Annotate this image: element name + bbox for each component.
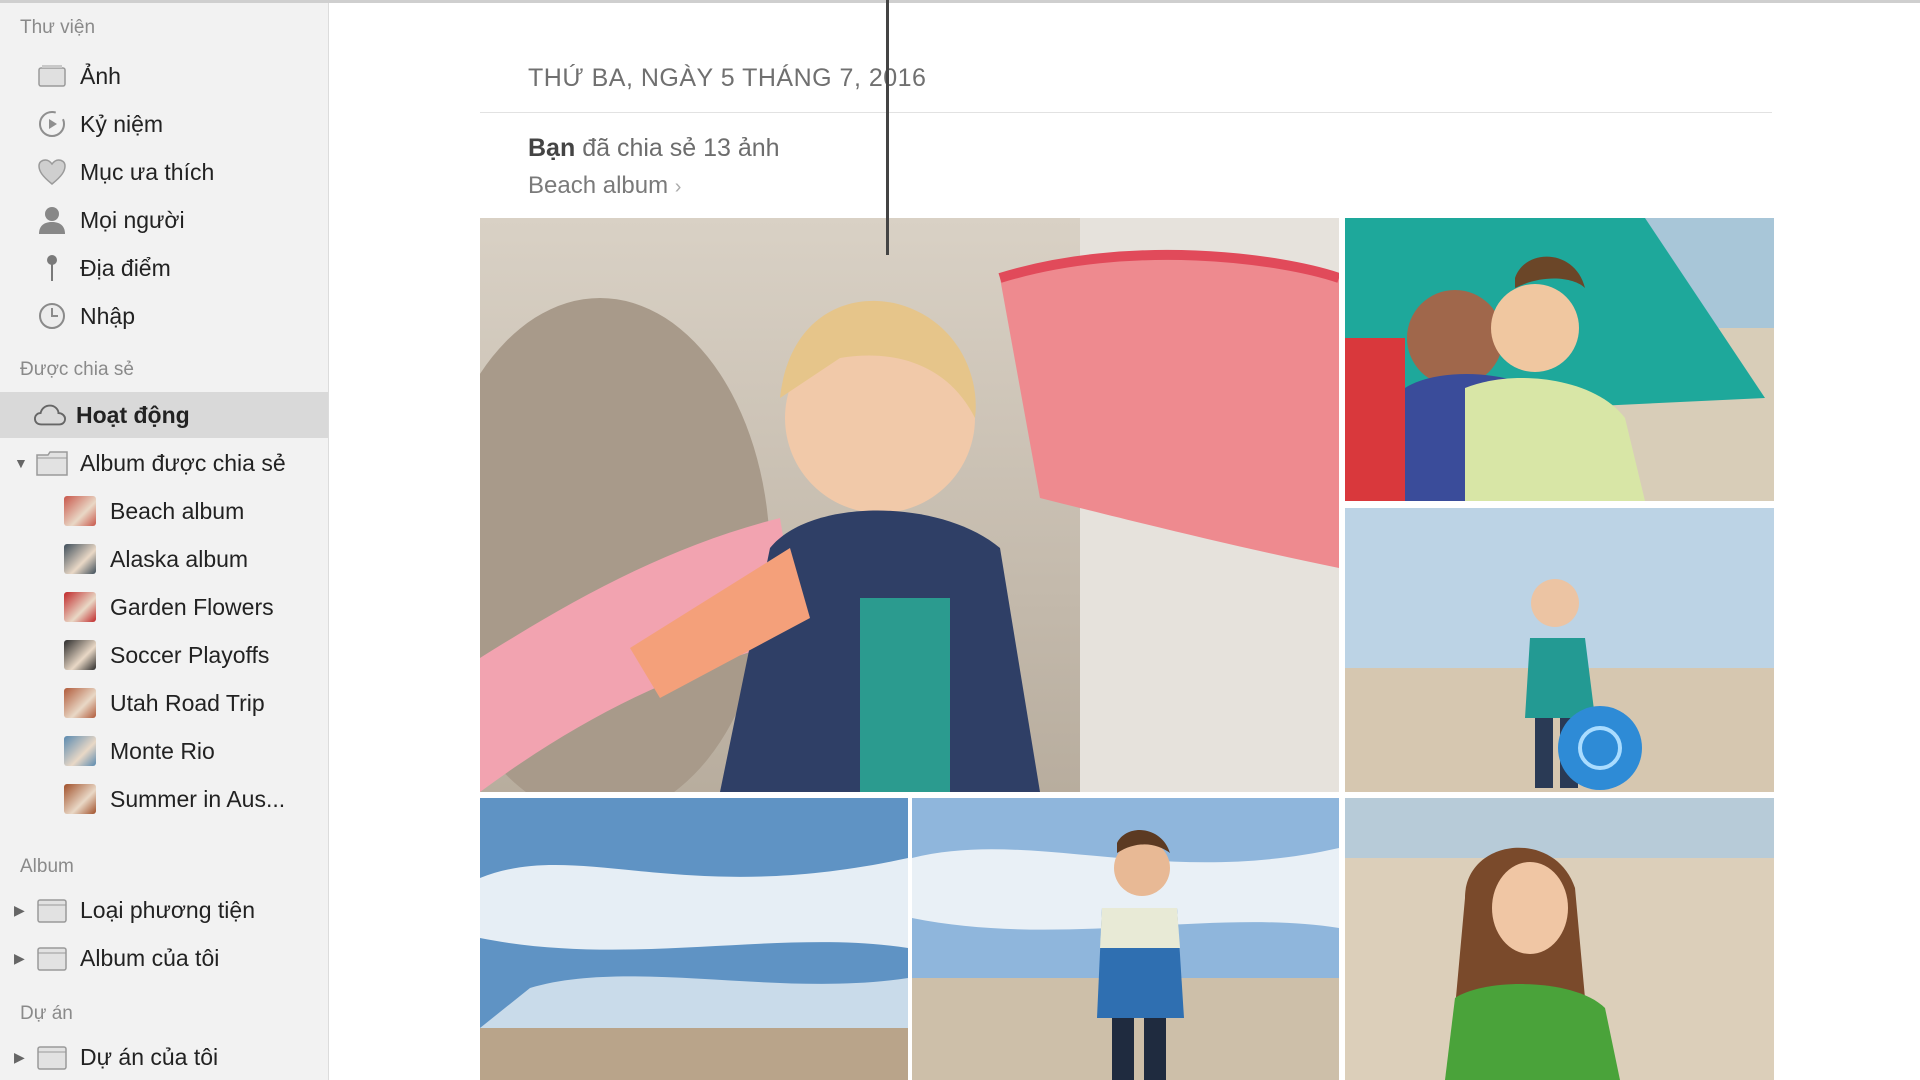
chevron-right-icon: › bbox=[674, 176, 682, 198]
album-thumbnail bbox=[64, 543, 96, 575]
album-thumbnail bbox=[64, 639, 96, 671]
sidebar-item-label: Hoạt động bbox=[76, 401, 190, 428]
pin-icon bbox=[36, 252, 68, 284]
sidebar-item-garden-flowers[interactable]: Garden Flowers bbox=[0, 584, 328, 630]
person-icon bbox=[36, 204, 68, 236]
disclosure-closed-icon[interactable]: ▶ bbox=[14, 902, 25, 919]
section-title-projects: Dự án bbox=[20, 1003, 73, 1024]
photo-girl-smiling[interactable] bbox=[1345, 798, 1774, 1080]
album-thumbnail-image bbox=[64, 736, 96, 766]
photo-girl-with-scarf[interactable] bbox=[480, 218, 1339, 792]
photo-beach-sky[interactable] bbox=[480, 798, 908, 1080]
sidebar-item-activity[interactable]: Hoạt động bbox=[0, 392, 328, 438]
sidebar-item-photos[interactable]: Ảnh bbox=[0, 53, 328, 99]
album-thumbnail bbox=[64, 783, 96, 815]
section-title-shared: Được chia sẻ bbox=[20, 359, 134, 380]
sidebar-item-label: Alaska album bbox=[110, 545, 249, 572]
sidebar-item-shared-albums[interactable]: ▼ Album được chia sẻ bbox=[0, 440, 328, 486]
sidebar-item-label: Địa điểm bbox=[80, 254, 171, 281]
photo-girl-with-frisbee[interactable] bbox=[1345, 508, 1774, 792]
sidebar-item-beach-album[interactable]: Beach album bbox=[0, 488, 328, 534]
folder-icon bbox=[36, 447, 68, 479]
shared-summary: Bạn đã chia sẻ 13 ảnh bbox=[528, 134, 780, 163]
album-thumbnail bbox=[64, 495, 96, 527]
shared-by-name: Bạn bbox=[528, 134, 576, 162]
photo-mother-and-son[interactable] bbox=[1345, 218, 1774, 501]
sidebar-item-label: Nhập bbox=[80, 302, 135, 329]
sidebar-item-media-types[interactable]: ▶ Loại phương tiện bbox=[0, 887, 328, 933]
clock-icon bbox=[36, 300, 68, 332]
folder-icon bbox=[36, 894, 68, 926]
album-thumbnail-image bbox=[64, 496, 96, 526]
album-thumbnail-image bbox=[64, 640, 96, 670]
folder-icon bbox=[36, 942, 68, 974]
sidebar-item-label: Monte Rio bbox=[110, 737, 215, 764]
sidebar-item-alaska-album[interactable]: Alaska album bbox=[0, 536, 328, 582]
section-title-library: Thư viện bbox=[20, 17, 96, 38]
folder-icon bbox=[36, 1041, 68, 1073]
sidebar-item-people[interactable]: Mọi người bbox=[0, 197, 328, 243]
disclosure-closed-icon[interactable]: ▶ bbox=[14, 1049, 25, 1066]
album-link[interactable]: Beach album › bbox=[528, 172, 681, 200]
sidebar: Thư viện Ảnh Kỷ niệm Mục ưa thích Mọi ng… bbox=[0, 3, 329, 1080]
sidebar-item-imports[interactable]: Nhập bbox=[0, 293, 328, 339]
album-thumbnail-image bbox=[64, 592, 96, 622]
sidebar-item-my-projects[interactable]: ▶ Dự án của tôi bbox=[0, 1034, 328, 1080]
album-thumbnail bbox=[64, 735, 96, 767]
sidebar-item-label: Ảnh bbox=[80, 62, 121, 89]
album-thumbnail-image bbox=[64, 784, 96, 814]
sidebar-item-memories[interactable]: Kỷ niệm bbox=[0, 101, 328, 147]
sidebar-item-label: Utah Road Trip bbox=[110, 689, 265, 716]
section-title-album: Album bbox=[20, 856, 74, 877]
album-thumbnail-image bbox=[64, 544, 96, 574]
sidebar-item-label: Mục ưa thích bbox=[80, 158, 215, 185]
sidebar-item-label: Kỷ niệm bbox=[80, 110, 164, 137]
shared-count-text: đã chia sẻ 13 ảnh bbox=[582, 134, 780, 162]
album-thumbnail bbox=[64, 687, 96, 719]
disclosure-closed-icon[interactable]: ▶ bbox=[14, 950, 25, 967]
sidebar-item-places[interactable]: Địa điểm bbox=[0, 245, 328, 291]
sidebar-item-monte-rio[interactable]: Monte Rio bbox=[0, 728, 328, 774]
sidebar-item-utah-road-trip[interactable]: Utah Road Trip bbox=[0, 680, 328, 726]
callout-pointer-line bbox=[886, 0, 889, 255]
sidebar-item-label: Loại phương tiện bbox=[80, 896, 255, 923]
disclosure-open-icon[interactable]: ▼ bbox=[14, 455, 28, 471]
cloud-icon bbox=[34, 399, 66, 431]
sidebar-item-label: Beach album bbox=[110, 497, 245, 524]
sidebar-item-label: Album được chia sẻ bbox=[80, 449, 286, 476]
sidebar-item-label: Mọi người bbox=[80, 206, 185, 233]
photo-boy-on-beach[interactable] bbox=[912, 798, 1339, 1080]
activity-date-heading: THỨ BA, NGÀY 5 THÁNG 7, 2016 bbox=[528, 64, 927, 92]
album-thumbnail bbox=[64, 591, 96, 623]
album-thumbnail-image bbox=[64, 688, 96, 718]
sidebar-item-favorites[interactable]: Mục ưa thích bbox=[0, 149, 328, 195]
sidebar-item-my-albums[interactable]: ▶ Album của tôi bbox=[0, 935, 328, 981]
sidebar-item-label: Dự án của tôi bbox=[80, 1043, 219, 1070]
header-divider bbox=[480, 112, 1772, 113]
sidebar-item-label: Summer in Aus... bbox=[110, 785, 286, 812]
memories-icon bbox=[36, 108, 68, 140]
heart-icon bbox=[36, 156, 68, 188]
sidebar-item-label: Album của tôi bbox=[80, 944, 220, 971]
album-link-label: Beach album bbox=[528, 172, 669, 199]
photos-icon bbox=[36, 60, 68, 92]
sidebar-item-label: Garden Flowers bbox=[110, 593, 274, 620]
sidebar-item-label: Soccer Playoffs bbox=[110, 641, 270, 668]
sidebar-item-summer-in-aus[interactable]: Summer in Aus... bbox=[0, 776, 328, 822]
sidebar-item-soccer-playoffs[interactable]: Soccer Playoffs bbox=[0, 632, 328, 678]
